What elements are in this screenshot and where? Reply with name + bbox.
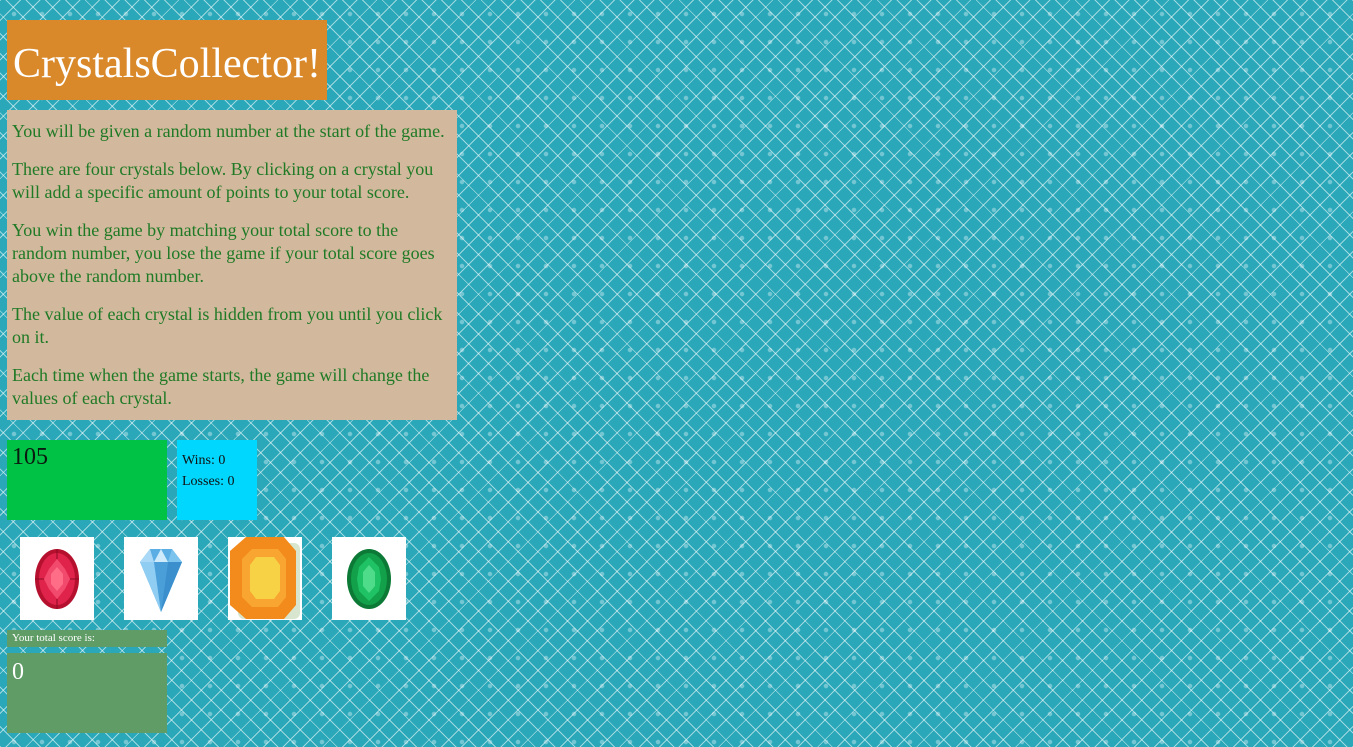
orange-topaz-crystal[interactable] [228,537,302,620]
random-number-value: 105 [12,444,48,470]
total-score-box: 0 [7,653,167,733]
title-banner: CrystalsCollector! [7,20,327,100]
diamond-icon [140,549,182,612]
topaz-icon [230,537,300,619]
win-loss-box: Wins: 0 Losses: 0 [177,440,257,520]
instruction-paragraph: You win the game by matching your total … [12,220,435,286]
green-emerald-crystal[interactable] [332,537,406,620]
random-number-box: 105 [7,440,167,520]
instruction-paragraph: There are four crystals below. By clicki… [12,159,434,202]
ruby-icon [35,549,79,609]
instructions-panel: You will be given a random number at the… [7,110,457,420]
total-score-value: 0 [12,659,24,685]
total-score-label: Your total score is: [12,632,95,644]
instruction-paragraph: The value of each crystal is hidden from… [12,304,443,347]
blue-diamond-crystal[interactable] [124,537,198,620]
instruction-paragraph: Each time when the game starts, the game… [12,365,430,408]
losses-counter: Losses: 0 [182,474,235,489]
total-score-label-box: Your total score is: [7,630,167,647]
wins-counter: Wins: 0 [182,453,226,468]
instruction-paragraph: You will be given a random number at the… [12,121,445,141]
emerald-icon [347,549,391,609]
page-title: CrystalsCollector! [13,41,321,87]
red-ruby-crystal[interactable] [20,537,94,620]
